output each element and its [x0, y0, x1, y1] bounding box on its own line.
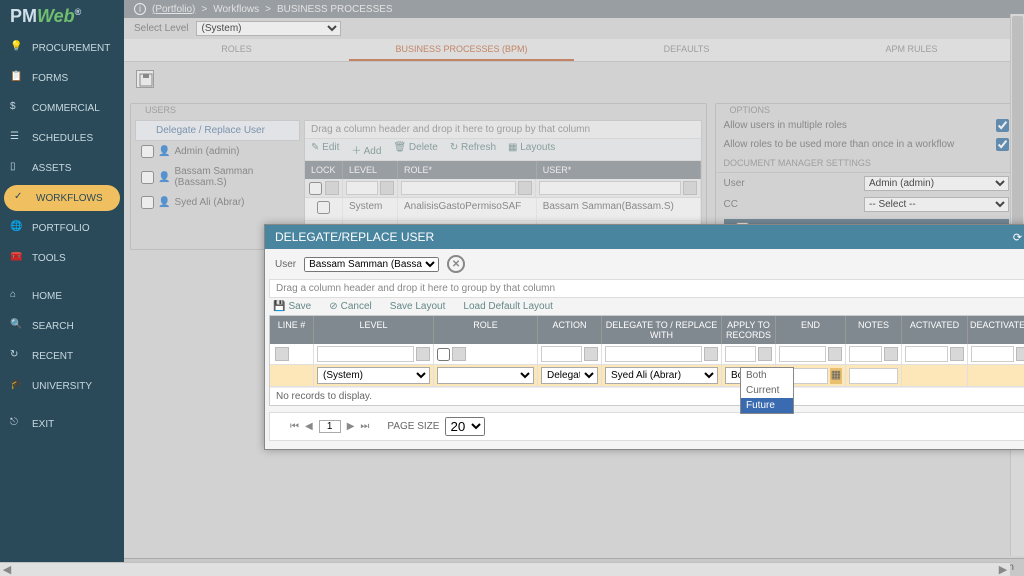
filter-activated[interactable] [905, 346, 948, 362]
pager-first[interactable]: ⏮ [290, 421, 299, 432]
apply-to-dropdown[interactable]: Both Current Future [740, 367, 794, 414]
home-icon: ⌂ [10, 289, 24, 303]
nav-schedules[interactable]: ☰SCHEDULES [0, 123, 124, 153]
nav-workflows[interactable]: ✓WORKFLOWS [4, 185, 120, 211]
edit-level[interactable]: (System) [317, 367, 430, 384]
edit-delegate-to[interactable]: Syed Ali (Abrar) [605, 367, 718, 384]
filter-icon[interactable] [884, 347, 898, 361]
save-icon: 💾 [273, 301, 285, 312]
filter-icon[interactable] [275, 347, 289, 361]
globe-icon: 🌐 [10, 221, 24, 235]
cancel-icon: ⊘ [329, 301, 337, 312]
briefcase-icon: 🧰 [10, 251, 24, 265]
pager-prev[interactable]: ◀ [305, 421, 313, 432]
scroll-right-icon[interactable]: ▶ [996, 563, 1010, 576]
clipboard-icon: 📋 [10, 71, 24, 85]
filter-icon[interactable] [758, 347, 772, 361]
building-icon: ▯ [10, 161, 24, 175]
clear-user-icon[interactable]: ✕ [447, 255, 465, 273]
scrollbar-horizontal[interactable]: ◀ ▶ [0, 562, 1010, 576]
filter-apply[interactable] [725, 346, 756, 362]
nav-assets[interactable]: ▯ASSETS [0, 153, 124, 183]
nav-search[interactable]: 🔍SEARCH [0, 311, 124, 341]
modal-save[interactable]: 💾Save [273, 301, 311, 312]
nav-forms[interactable]: 📋FORMS [0, 63, 124, 93]
delegate-replace-modal: DELEGATE/REPLACE USER ⟳ — □ ✕ User Bassa… [264, 224, 1024, 450]
edit-row[interactable]: (System) Delegate Syed Ali (Abrar) Both … [270, 365, 1024, 387]
filter-deactivated[interactable] [971, 346, 1014, 362]
filter-delto[interactable] [605, 346, 702, 362]
nav-exit[interactable]: ⎋EXIT [0, 409, 124, 439]
edit-action[interactable]: Delegate [541, 367, 598, 384]
search-icon: 🔍 [10, 319, 24, 333]
check-icon: ✓ [14, 191, 28, 205]
modal-group-tip: Drag a column header and drop it here to… [269, 279, 1024, 298]
filter-end[interactable] [779, 346, 826, 362]
pager-size[interactable]: 20 [445, 417, 485, 436]
filter-action[interactable] [541, 346, 582, 362]
dropdown-option[interactable]: Current [741, 383, 793, 398]
pager-last[interactable]: ⏭ [360, 421, 369, 432]
edit-role[interactable] [437, 367, 534, 384]
exit-icon: ⎋ [10, 417, 24, 431]
scroll-left-icon[interactable]: ◀ [0, 563, 14, 576]
nav-commercial[interactable]: $COMMERCIAL [0, 93, 124, 123]
clock-icon: ↻ [10, 349, 24, 363]
pager-page[interactable] [319, 420, 341, 433]
nav-university[interactable]: 🎓UNIVERSITY [0, 371, 124, 401]
modal-title: DELEGATE/REPLACE USER [275, 230, 434, 244]
filter-icon[interactable] [704, 347, 718, 361]
modal-save-layout[interactable]: Save Layout [390, 301, 446, 312]
filter-icon[interactable] [584, 347, 598, 361]
bars-icon: ☰ [10, 131, 24, 145]
modal-user-label: User [275, 259, 296, 270]
pager-next[interactable]: ▶ [347, 421, 355, 432]
calendar-icon[interactable]: ▦ [830, 368, 842, 384]
nav-portfolio[interactable]: 🌐PORTFOLIO [0, 213, 124, 243]
edit-notes[interactable] [849, 368, 898, 384]
pager: ⏮ ◀ ▶ ⏭ PAGE SIZE 20 [269, 412, 1024, 441]
filter-icon[interactable] [1016, 347, 1024, 361]
dropdown-option[interactable]: Both [741, 368, 793, 383]
no-records: No records to display. [270, 387, 1024, 405]
filter-icon[interactable] [828, 347, 842, 361]
refresh-icon[interactable]: ⟳ [1013, 231, 1022, 244]
main: i (Portfolio) > Workflows > BUSINESS PRO… [124, 0, 1024, 576]
nav-procurement[interactable]: 💡PROCUREMENT [0, 33, 124, 63]
nav-home[interactable]: ⌂HOME [0, 281, 124, 311]
sidebar: PMWeb® 💡PROCUREMENT 📋FORMS $COMMERCIAL ☰… [0, 0, 124, 576]
filter-icon[interactable] [452, 347, 466, 361]
filter-level[interactable] [317, 346, 414, 362]
filter-notes[interactable] [849, 346, 882, 362]
filter-role-check[interactable] [437, 348, 450, 361]
filter-icon[interactable] [416, 347, 430, 361]
dollar-icon: $ [10, 101, 24, 115]
filter-icon[interactable] [950, 347, 964, 361]
nav-recent[interactable]: ↻RECENT [0, 341, 124, 371]
nav-tools[interactable]: 🧰TOOLS [0, 243, 124, 273]
modal-load-layout[interactable]: Load Default Layout [463, 301, 553, 312]
logo: PMWeb® [0, 0, 124, 33]
bulb-icon: 💡 [10, 41, 24, 55]
grad-icon: 🎓 [10, 379, 24, 393]
dropdown-option-selected[interactable]: Future [741, 398, 793, 413]
modal-cancel[interactable]: ⊘Cancel [329, 301, 372, 312]
modal-user-select[interactable]: Bassam Samman (Bassam.S) [304, 257, 439, 272]
